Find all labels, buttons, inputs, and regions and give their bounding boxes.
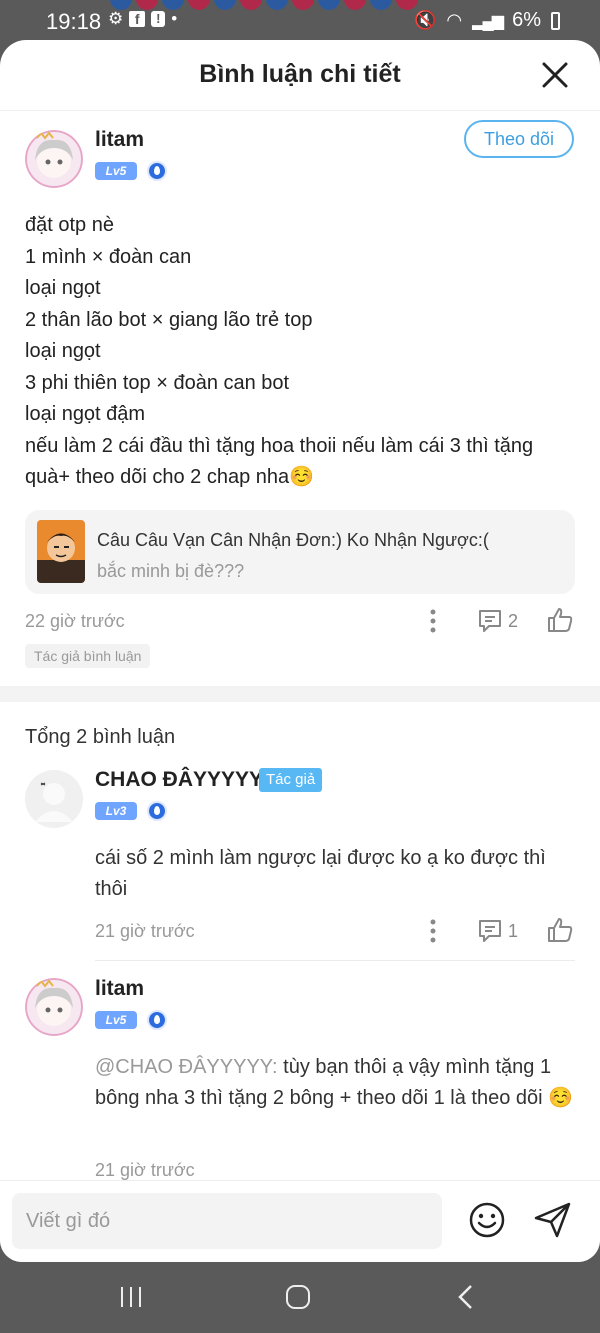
close-icon[interactable]	[540, 60, 570, 90]
reply-icon[interactable]	[477, 918, 503, 944]
reply-icon[interactable]	[477, 608, 503, 634]
author-tag: Tác giả	[259, 768, 323, 792]
send-icon[interactable]	[533, 1201, 573, 1239]
status-time: 19:18	[46, 9, 102, 34]
reply-time: 21 giờ trước	[95, 921, 195, 941]
mute-icon: 🔇	[414, 10, 437, 30]
comment-author-tag: Tác giả bình luận	[25, 644, 151, 668]
comic-thumbnail	[37, 520, 85, 583]
more-options-icon[interactable]	[424, 918, 442, 944]
reply-text: @CHAO ĐÂYYYYY: tùy bạn thôi ạ vậy mình t…	[95, 1052, 580, 1114]
sheet-header: Bình luận chi tiết	[0, 40, 600, 111]
back-icon[interactable]	[455, 1283, 477, 1311]
comment-time: 22 giờ trước	[25, 611, 125, 631]
verified-drop-icon	[147, 801, 167, 821]
recent-apps-icon[interactable]	[118, 1284, 144, 1310]
username[interactable]: litam	[95, 128, 144, 152]
notification-icons: ⚙ f ! •	[108, 9, 177, 29]
signal-icon: ▂▄▆	[472, 12, 504, 30]
facebook-icon: f	[129, 11, 146, 27]
comment-detail-sheet: Bình luận chi tiết litam Lv5 Theo dõi đặ…	[0, 40, 600, 1262]
home-icon[interactable]	[284, 1283, 312, 1311]
comment-input-bar	[0, 1180, 600, 1262]
page-title: Bình luận chi tiết	[199, 60, 401, 88]
battery-icon	[551, 11, 560, 30]
comment-input[interactable]	[12, 1193, 442, 1249]
app-notification-icon: ⚙	[108, 9, 124, 28]
more-options-icon[interactable]	[424, 608, 442, 634]
comment-body: đặt otp nè 1 mình × đoàn can loại ngọt 2…	[25, 214, 534, 488]
username[interactable]: litam	[95, 977, 144, 1001]
reply-time: 21 giờ trước	[95, 1160, 195, 1180]
referenced-comic-card[interactable]: Câu Câu Vạn Cân Nhận Đơn:) Ko Nhận Ngược…	[25, 510, 575, 594]
reply-count: 2	[508, 611, 519, 631]
section-divider	[0, 686, 600, 702]
reply-divider	[95, 960, 575, 961]
like-icon[interactable]	[546, 606, 574, 634]
user-mention[interactable]: @CHAO ĐÂYYYYY:	[95, 1056, 278, 1078]
username[interactable]: CHAO ĐÂYYYYY	[95, 768, 263, 792]
reference-subtitle: bắc minh bị đè???	[97, 561, 245, 581]
alert-icon: !	[151, 11, 166, 27]
reference-title: Câu Câu Vạn Cân Nhận Đơn:) Ko Nhận Ngược…	[97, 530, 489, 550]
avatar[interactable]	[25, 978, 83, 1036]
wifi-icon: ◠	[446, 10, 463, 30]
verified-drop-icon	[147, 161, 167, 181]
battery-level: 6%	[512, 9, 541, 31]
system-status: 🔇 ◠ ▂▄▆ 6%	[414, 9, 560, 32]
emoji-icon[interactable]	[468, 1201, 506, 1239]
level-badge: Lv3	[95, 802, 137, 820]
reply-count: 1	[508, 921, 519, 941]
avatar[interactable]	[25, 770, 83, 828]
avatar[interactable]	[25, 130, 83, 188]
system-navigation-bar	[0, 1262, 600, 1333]
follow-button[interactable]: Theo dõi	[464, 120, 574, 158]
level-badge: Lv5	[95, 162, 137, 180]
dot-icon: •	[171, 9, 178, 28]
reply-text: cái số 2 mình làm ngược lại được ko ạ ko…	[95, 847, 546, 900]
like-icon[interactable]	[546, 916, 574, 944]
level-badge: Lv5	[95, 1011, 137, 1029]
verified-drop-icon	[147, 1010, 167, 1030]
status-bar: 19:18 ⚙ f ! • 🔇 ◠ ▂▄▆ 6%	[0, 0, 600, 44]
total-comments-label: Tổng 2 bình luận	[25, 726, 176, 748]
